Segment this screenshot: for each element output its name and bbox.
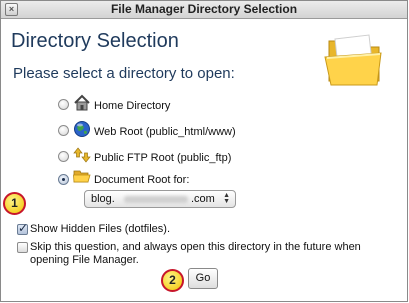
radio-public-ftp-root[interactable] — [58, 151, 69, 162]
radio-web-root[interactable] — [58, 125, 69, 136]
large-folder-icon — [324, 34, 382, 86]
select-value-suffix: .com — [191, 193, 215, 205]
option-label-web-root: Web Root (public_html/www) — [94, 126, 236, 138]
select-value-prefix: blog. — [91, 193, 115, 205]
skip-question-checkbox[interactable] — [17, 242, 28, 253]
option-label-ftp-root: Public FTP Root (public_ftp) — [94, 152, 232, 164]
document-root-select[interactable]: blog. .com ▲ ▼ — [84, 190, 236, 208]
open-folder-icon — [73, 170, 91, 183]
skip-question-label: Skip this question, and always open this… — [30, 241, 361, 266]
title-bar: × File Manager Directory Selection — [1, 1, 407, 19]
callout-badge-1: 1 — [3, 192, 26, 215]
instruction-text: Please select a directory to open: — [13, 65, 235, 82]
option-label-home: Home Directory — [94, 100, 171, 112]
show-hidden-files-label: Show Hidden Files (dotfiles). — [30, 223, 171, 235]
radio-home-directory[interactable] — [58, 99, 69, 110]
ftp-arrows-icon — [73, 147, 91, 163]
checkmark-icon: ✓ — [18, 221, 29, 235]
chevron-updown-icon: ▲ ▼ — [223, 192, 230, 205]
file-manager-dialog: × File Manager Directory Selection Direc… — [0, 0, 408, 302]
redacted-domain — [124, 196, 188, 203]
close-icon[interactable]: × — [5, 3, 18, 16]
go-button[interactable]: Go — [188, 268, 218, 289]
globe-icon — [74, 121, 90, 137]
radio-document-root[interactable] — [58, 174, 69, 185]
callout-badge-2: 2 — [161, 269, 184, 292]
page-title: Directory Selection — [11, 30, 179, 52]
home-icon — [74, 94, 90, 111]
window-title: File Manager Directory Selection — [110, 2, 298, 16]
show-hidden-files-checkbox[interactable]: ✓ — [17, 221, 29, 235]
option-label-document-root: Document Root for: — [94, 174, 190, 186]
